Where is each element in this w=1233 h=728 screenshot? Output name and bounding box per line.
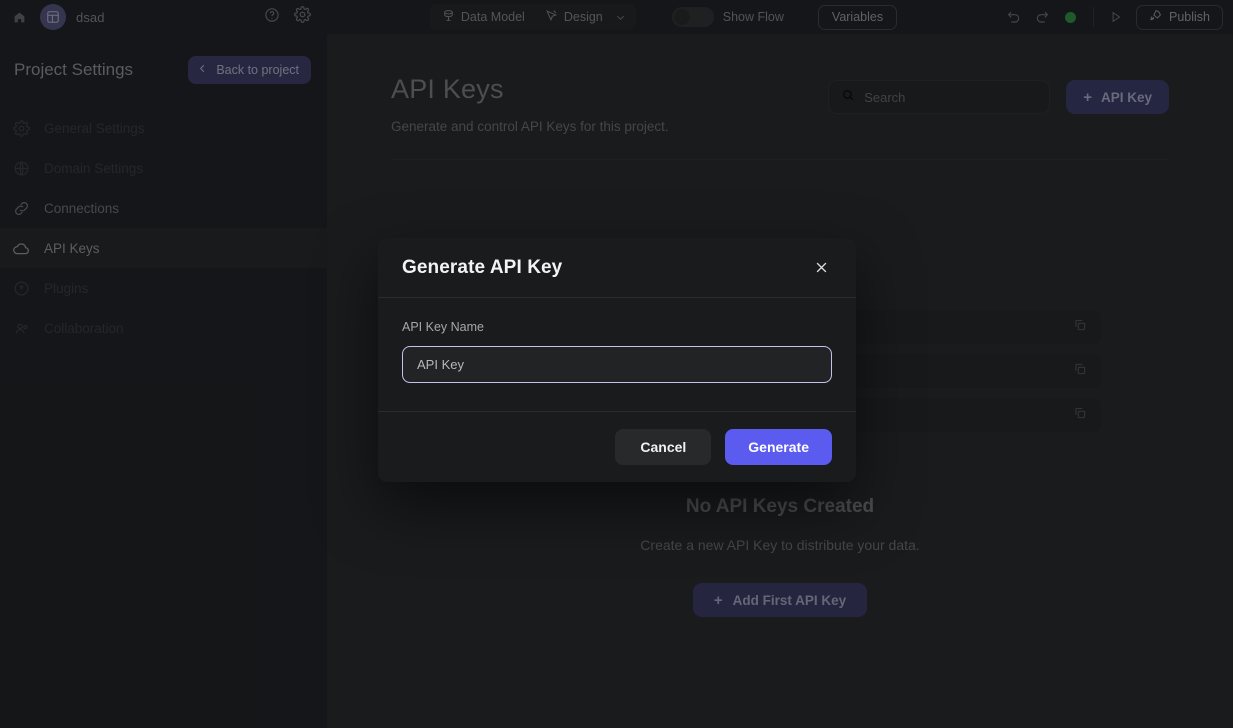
- dialog-title: Generate API Key: [402, 256, 563, 278]
- api-key-name-input[interactable]: API Key: [402, 346, 832, 383]
- dialog-footer: Cancel Generate: [378, 412, 856, 482]
- app-root: dsad Data Model Design Show Flow Variabl…: [0, 0, 1233, 728]
- generate-button[interactable]: Generate: [725, 429, 832, 465]
- close-icon[interactable]: [810, 257, 832, 279]
- dialog-header: Generate API Key: [378, 238, 856, 298]
- dialog-body: API Key Name API Key: [378, 298, 856, 412]
- generate-api-key-dialog: Generate API Key API Key Name API Key Ca…: [378, 238, 856, 482]
- cancel-button[interactable]: Cancel: [615, 429, 712, 465]
- api-key-name-label: API Key Name: [402, 320, 484, 334]
